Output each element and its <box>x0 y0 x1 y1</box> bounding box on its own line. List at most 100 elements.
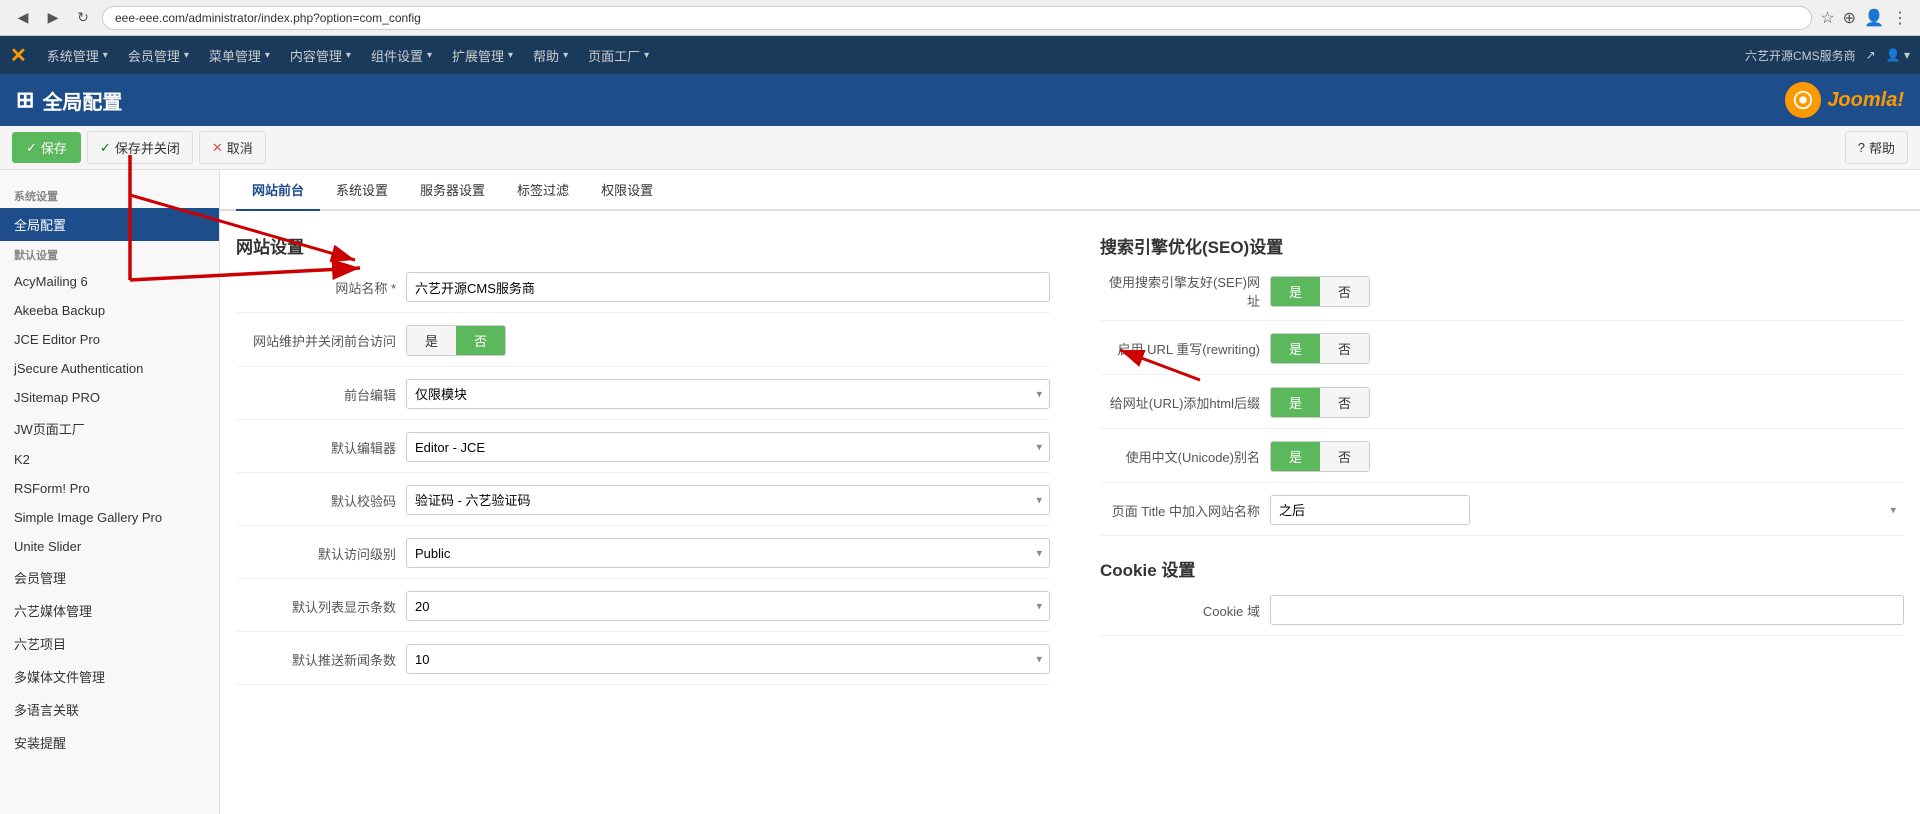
save-close-button[interactable]: ✓ 保存并关闭 <box>87 131 193 164</box>
help-question-icon: ? <box>1858 140 1865 155</box>
form-group-cookie-domain: Cookie 域 <box>1100 595 1904 636</box>
seo-settings-title: 搜索引擎优化(SEO)设置 <box>1100 233 1904 258</box>
toggle-maintenance-yes[interactable]: 是 <box>407 326 456 355</box>
header-grid-icon: ⊞ <box>16 87 34 113</box>
tab-server-settings[interactable]: 服务器设置 <box>404 170 501 211</box>
sidebar-item-member-mgmt[interactable]: 会员管理 <box>0 561 219 594</box>
input-site-name[interactable] <box>406 272 1050 302</box>
sidebar-item-liuyi-media[interactable]: 六艺媒体管理 <box>0 594 219 627</box>
tab-system-settings[interactable]: 系统设置 <box>320 170 404 211</box>
toolbar: ✓ 保存 ✓ 保存并关闭 ✕ 取消 ? 帮助 <box>0 126 1920 170</box>
toggle-sef-yes[interactable]: 是 <box>1271 277 1320 306</box>
star-icon[interactable]: ☆ <box>1820 8 1834 28</box>
tab-permissions[interactable]: 权限设置 <box>585 170 669 211</box>
nav-arrow-pagefactory: ▾ <box>644 50 649 61</box>
nav-item-help[interactable]: 帮助 ▾ <box>523 36 578 74</box>
toggle-unicode-no[interactable]: 否 <box>1320 442 1369 471</box>
nav-external-icon: ↗ <box>1866 48 1876 62</box>
tabs: 网站前台 系统设置 服务器设置 标签过滤 权限设置 <box>220 170 1920 211</box>
cancel-x-icon: ✕ <box>212 140 223 156</box>
nav-item-content[interactable]: 内容管理 ▾ <box>280 36 361 74</box>
tab-website-frontend[interactable]: 网站前台 <box>236 170 320 211</box>
select-page-title-arrow: ▾ <box>1890 504 1896 517</box>
label-cookie-domain: Cookie 域 <box>1100 601 1260 620</box>
form-group-list-count: 默认列表显示条数 20 ▾ <box>236 591 1050 632</box>
sidebar-item-liuyi-project[interactable]: 六艺项目 <box>0 627 219 660</box>
content-area: 网站前台 系统设置 服务器设置 标签过滤 权限设置 网站设置 网站名称 * <box>220 170 1920 814</box>
sidebar-item-jce[interactable]: JCE Editor Pro <box>0 325 219 354</box>
toggle-html-suffix-no[interactable]: 否 <box>1320 388 1369 417</box>
label-feed-count: 默认推送新闻条数 <box>236 650 396 669</box>
joomla-icon <box>1785 82 1821 118</box>
content-body: 网站设置 网站名称 * 网站维护并关闭前台访问 是 否 <box>220 211 1920 713</box>
refresh-button[interactable]: ↻ <box>72 7 94 29</box>
nav-item-menu[interactable]: 菜单管理 ▾ <box>199 36 280 74</box>
sidebar-item-global-config[interactable]: 全局配置 <box>0 208 219 241</box>
page-title: 全局配置 <box>42 86 122 115</box>
sidebar-item-acymailing[interactable]: AcyMailing 6 <box>0 267 219 296</box>
toggle-sef-no[interactable]: 否 <box>1320 277 1369 306</box>
select-list-count[interactable]: 20 <box>406 591 1050 621</box>
extension-icon[interactable]: ⊕ <box>1843 8 1856 28</box>
select-default-editor[interactable]: Editor - JCE <box>406 432 1050 462</box>
nav-item-system[interactable]: 系统管理 ▾ <box>37 36 118 74</box>
nav-item-components[interactable]: 组件设置 ▾ <box>361 36 442 74</box>
select-default-captcha-wrapper: 验证码 - 六艺验证码 ▾ <box>406 485 1050 515</box>
tab-tag-filter[interactable]: 标签过滤 <box>501 170 585 211</box>
sidebar-item-multilang[interactable]: 多语言关联 <box>0 693 219 726</box>
toggle-rewrite-no[interactable]: 否 <box>1320 334 1369 363</box>
main-layout: 系统设置 全局配置 默认设置 AcyMailing 6 Akeeba Backu… <box>0 170 1920 814</box>
sidebar: 系统设置 全局配置 默认设置 AcyMailing 6 Akeeba Backu… <box>0 170 220 814</box>
cookie-settings-title: Cookie 设置 <box>1100 556 1904 581</box>
select-list-count-wrapper: 20 ▾ <box>406 591 1050 621</box>
label-list-count: 默认列表显示条数 <box>236 597 396 616</box>
toggle-maintenance-no[interactable]: 否 <box>456 326 505 355</box>
input-cookie-domain[interactable] <box>1270 595 1904 625</box>
sidebar-item-jsecure[interactable]: jSecure Authentication <box>0 354 219 383</box>
nav-arrow-member: ▾ <box>184 50 189 61</box>
cancel-button[interactable]: ✕ 取消 <box>199 131 266 164</box>
select-feed-count[interactable]: 10 <box>406 644 1050 674</box>
form-group-unicode: 使用中文(Unicode)别名 是 否 <box>1100 441 1904 483</box>
sidebar-item-jw[interactable]: JW页面工厂 <box>0 412 219 445</box>
top-nav: ✕ 系统管理 ▾ 会员管理 ▾ 菜单管理 ▾ 内容管理 ▾ 组件设置 ▾ 扩展管… <box>0 36 1920 74</box>
save-close-check-icon: ✓ <box>100 140 111 156</box>
select-frontend-edit[interactable]: 仅限模块 <box>406 379 1050 409</box>
select-feed-count-wrapper: 10 ▾ <box>406 644 1050 674</box>
help-button[interactable]: ? 帮助 <box>1845 131 1908 164</box>
nav-arrow-content: ▾ <box>346 50 351 61</box>
sidebar-item-install-remind[interactable]: 安装提醒 <box>0 726 219 759</box>
nav-item-pagefactory[interactable]: 页面工厂 ▾ <box>578 36 659 74</box>
toggle-rewrite: 是 否 <box>1270 333 1370 364</box>
sidebar-item-unite-slider[interactable]: Unite Slider <box>0 532 219 561</box>
toggle-unicode-yes[interactable]: 是 <box>1271 442 1320 471</box>
sidebar-default-settings-title: 默认设置 <box>0 241 219 267</box>
sidebar-item-rsform[interactable]: RSForm! Pro <box>0 474 219 503</box>
label-sef: 使用搜索引擎友好(SEF)网址 <box>1100 272 1260 310</box>
sidebar-item-k2[interactable]: K2 <box>0 445 219 474</box>
address-bar[interactable] <box>102 6 1812 30</box>
label-access-level: 默认访问级别 <box>236 544 396 563</box>
select-access-level[interactable]: Public <box>406 538 1050 568</box>
form-group-html-suffix: 给网址(URL)添加html后缀 是 否 <box>1100 387 1904 429</box>
back-button[interactable]: ◀ <box>12 7 34 29</box>
form-group-default-captcha: 默认校验码 验证码 - 六艺验证码 ▾ <box>236 485 1050 526</box>
toggle-html-suffix-yes[interactable]: 是 <box>1271 388 1320 417</box>
save-button[interactable]: ✓ 保存 <box>12 132 81 163</box>
select-page-title[interactable]: 之后 <box>1270 495 1470 525</box>
select-default-captcha[interactable]: 验证码 - 六艺验证码 <box>406 485 1050 515</box>
toggle-rewrite-yes[interactable]: 是 <box>1271 334 1320 363</box>
sidebar-item-multimedia[interactable]: 多媒体文件管理 <box>0 660 219 693</box>
user-account-icon[interactable]: 👤 <box>1864 8 1884 28</box>
sidebar-item-akeeba[interactable]: Akeeba Backup <box>0 296 219 325</box>
form-group-maintenance: 网站维护并关闭前台访问 是 否 <box>236 325 1050 367</box>
label-default-editor: 默认编辑器 <box>236 438 396 457</box>
select-page-title-wrapper: 之后 ▾ <box>1270 495 1904 525</box>
sidebar-item-simple-image-gallery[interactable]: Simple Image Gallery Pro <box>0 503 219 532</box>
sidebar-item-jsitemap[interactable]: JSitemap PRO <box>0 383 219 412</box>
forward-button[interactable]: ▶ <box>42 7 64 29</box>
nav-item-extensions[interactable]: 扩展管理 ▾ <box>442 36 523 74</box>
nav-user-icon[interactable]: 👤 ▾ <box>1886 48 1910 62</box>
browser-menu-icon[interactable]: ⋮ <box>1892 8 1908 28</box>
nav-item-member[interactable]: 会员管理 ▾ <box>118 36 199 74</box>
